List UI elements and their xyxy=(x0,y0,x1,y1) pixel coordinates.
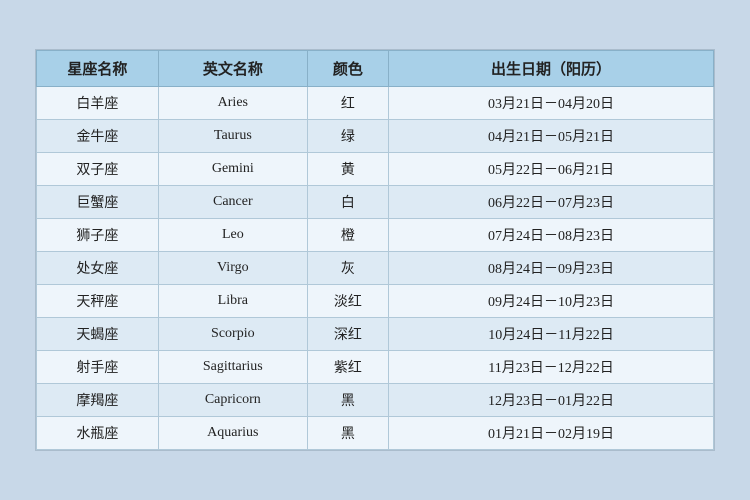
table-row: 狮子座Leo橙07月24日－08月23日 xyxy=(37,219,714,252)
cell-dates: 03月21日－04月20日 xyxy=(389,87,714,120)
header-date: 出生日期（阳历） xyxy=(389,51,714,87)
cell-chinese: 天秤座 xyxy=(37,285,159,318)
cell-chinese: 射手座 xyxy=(37,351,159,384)
table-row: 水瓶座Aquarius黑01月21日－02月19日 xyxy=(37,417,714,450)
cell-chinese: 狮子座 xyxy=(37,219,159,252)
cell-dates: 07月24日－08月23日 xyxy=(389,219,714,252)
cell-dates: 11月23日－12月22日 xyxy=(389,351,714,384)
cell-english: Leo xyxy=(158,219,307,252)
table-row: 白羊座Aries红03月21日－04月20日 xyxy=(37,87,714,120)
cell-dates: 08月24日－09月23日 xyxy=(389,252,714,285)
cell-color: 淡红 xyxy=(307,285,388,318)
header-chinese: 星座名称 xyxy=(37,51,159,87)
cell-english: Gemini xyxy=(158,153,307,186)
table-row: 射手座Sagittarius紫红11月23日－12月22日 xyxy=(37,351,714,384)
cell-chinese: 巨蟹座 xyxy=(37,186,159,219)
cell-english: Scorpio xyxy=(158,318,307,351)
cell-english: Capricorn xyxy=(158,384,307,417)
cell-color: 紫红 xyxy=(307,351,388,384)
table-row: 金牛座Taurus绿04月21日－05月21日 xyxy=(37,120,714,153)
cell-color: 橙 xyxy=(307,219,388,252)
cell-chinese: 处女座 xyxy=(37,252,159,285)
zodiac-table-container: 星座名称 英文名称 颜色 出生日期（阳历） 白羊座Aries红03月21日－04… xyxy=(35,49,715,451)
cell-english: Taurus xyxy=(158,120,307,153)
cell-english: Aquarius xyxy=(158,417,307,450)
cell-dates: 10月24日－11月22日 xyxy=(389,318,714,351)
cell-english: Sagittarius xyxy=(158,351,307,384)
cell-color: 黑 xyxy=(307,384,388,417)
cell-color: 灰 xyxy=(307,252,388,285)
cell-color: 绿 xyxy=(307,120,388,153)
header-english: 英文名称 xyxy=(158,51,307,87)
cell-chinese: 金牛座 xyxy=(37,120,159,153)
cell-color: 黄 xyxy=(307,153,388,186)
cell-dates: 12月23日－01月22日 xyxy=(389,384,714,417)
cell-english: Libra xyxy=(158,285,307,318)
cell-dates: 05月22日－06月21日 xyxy=(389,153,714,186)
cell-color: 白 xyxy=(307,186,388,219)
cell-dates: 04月21日－05月21日 xyxy=(389,120,714,153)
cell-dates: 09月24日－10月23日 xyxy=(389,285,714,318)
table-row: 天蝎座Scorpio深红10月24日－11月22日 xyxy=(37,318,714,351)
cell-color: 黑 xyxy=(307,417,388,450)
header-color: 颜色 xyxy=(307,51,388,87)
cell-color: 深红 xyxy=(307,318,388,351)
cell-chinese: 水瓶座 xyxy=(37,417,159,450)
table-row: 处女座Virgo灰08月24日－09月23日 xyxy=(37,252,714,285)
table-row: 巨蟹座Cancer白06月22日－07月23日 xyxy=(37,186,714,219)
cell-chinese: 摩羯座 xyxy=(37,384,159,417)
cell-chinese: 天蝎座 xyxy=(37,318,159,351)
zodiac-table: 星座名称 英文名称 颜色 出生日期（阳历） 白羊座Aries红03月21日－04… xyxy=(36,50,714,450)
table-row: 摩羯座Capricorn黑12月23日－01月22日 xyxy=(37,384,714,417)
cell-chinese: 白羊座 xyxy=(37,87,159,120)
cell-dates: 06月22日－07月23日 xyxy=(389,186,714,219)
cell-english: Aries xyxy=(158,87,307,120)
cell-chinese: 双子座 xyxy=(37,153,159,186)
cell-color: 红 xyxy=(307,87,388,120)
cell-english: Cancer xyxy=(158,186,307,219)
cell-english: Virgo xyxy=(158,252,307,285)
table-row: 双子座Gemini黄05月22日－06月21日 xyxy=(37,153,714,186)
table-row: 天秤座Libra淡红09月24日－10月23日 xyxy=(37,285,714,318)
cell-dates: 01月21日－02月19日 xyxy=(389,417,714,450)
table-header-row: 星座名称 英文名称 颜色 出生日期（阳历） xyxy=(37,51,714,87)
